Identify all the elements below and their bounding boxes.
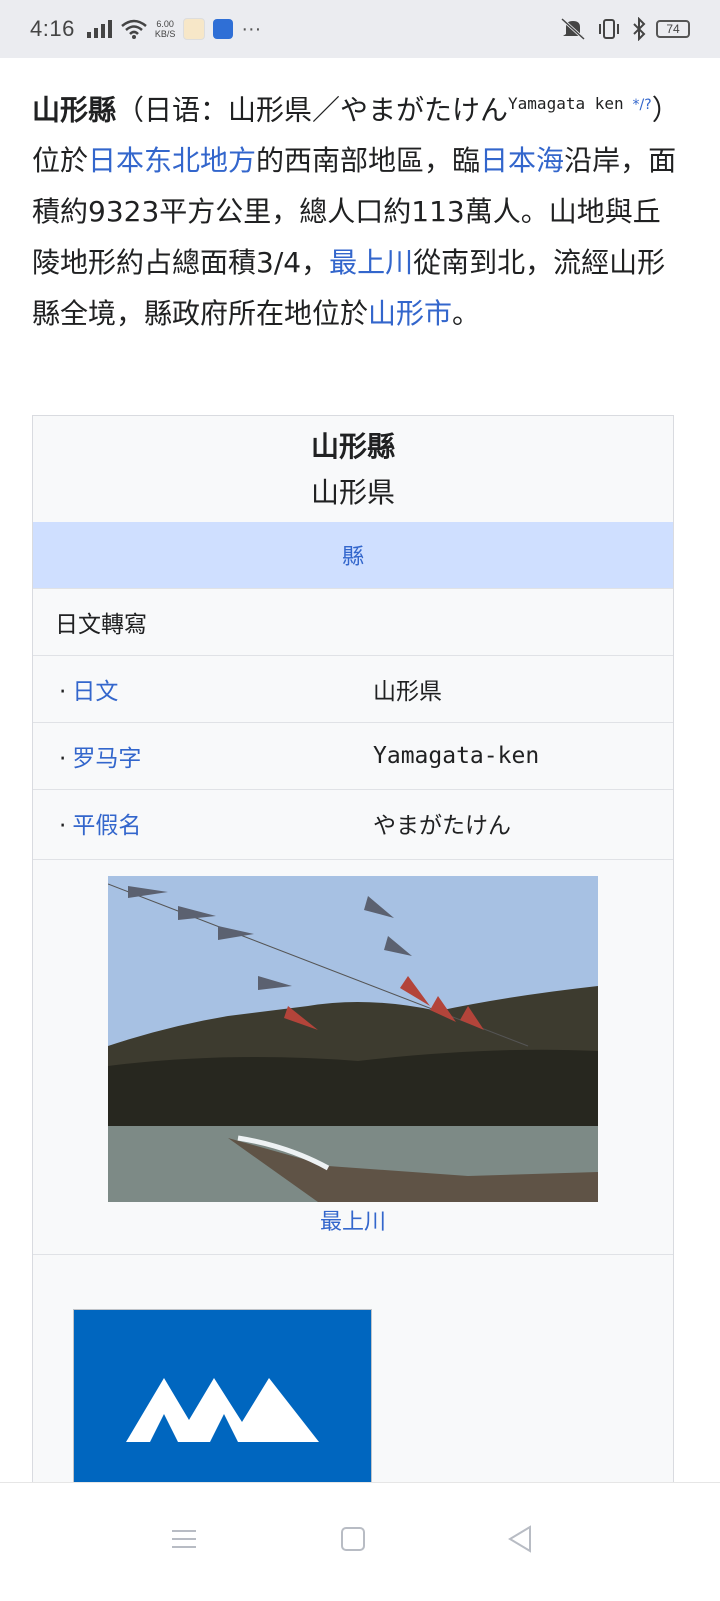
row-value: 山形県 — [373, 679, 442, 705]
infobox-row-romaji: · 罗马字 Yamagata-ken — [33, 722, 673, 789]
home-button[interactable] — [333, 1519, 373, 1559]
link-yamagata-city[interactable]: 山形市 — [368, 297, 452, 330]
infobox-type-link[interactable]: 縣 — [342, 539, 364, 571]
infobox-type-band[interactable]: 縣 — [33, 522, 673, 588]
prefecture-flag[interactable] — [73, 1309, 372, 1484]
section-header-row: 日文轉寫 — [33, 588, 673, 655]
speed-value: 6.00 — [156, 19, 174, 29]
status-left-icons: 6.00 KB/S ··· — [86, 17, 262, 41]
battery-icon: 74 — [656, 20, 690, 38]
article-text: （日语：山形県／やまがたけん — [116, 93, 509, 127]
signal-icon — [86, 20, 112, 38]
audio-link[interactable]: */? — [633, 97, 652, 113]
link-romaji[interactable]: 罗马字 — [72, 746, 141, 772]
infobox: 山形縣 山形県 縣 日文轉寫 · 日文 山形県 · 罗马字 Yamagata-ken… — [32, 415, 674, 1485]
link-japanese[interactable]: 日文 — [72, 679, 118, 705]
infobox-row-hiragana: · 平假名 やまがたけん — [33, 789, 673, 856]
row-divider — [33, 859, 673, 860]
row-label: · 罗马字 — [59, 746, 142, 772]
romaji-inline: Yamagata ken — [508, 94, 624, 113]
back-button[interactable] — [500, 1519, 540, 1559]
infobox-row-japanese: · 日文 山形県 — [33, 655, 673, 722]
app-notification-icon — [183, 18, 206, 40]
message-notification-icon — [213, 19, 234, 39]
link-sea-of-japan[interactable]: 日本海 — [480, 144, 564, 177]
status-bar: 4:16 6.00 KB/S ··· 74 — [0, 0, 720, 58]
row-label: · 日文 — [59, 679, 119, 705]
system-navigation-bar — [0, 1482, 720, 1601]
menu-button[interactable] — [164, 1519, 204, 1559]
link-mogami-river[interactable]: 最上川 — [329, 246, 413, 279]
more-notifications-icon: ··· — [241, 17, 262, 40]
mogami-river-photo[interactable] — [108, 876, 598, 1202]
infobox-title: 山形縣 — [310, 430, 395, 463]
mute-bell-icon — [560, 17, 586, 41]
row-value: Yamagata-ken — [373, 743, 540, 769]
status-time: 4:16 — [30, 16, 75, 41]
photo-caption[interactable]: 最上川 — [33, 1204, 673, 1236]
bluetooth-icon — [633, 17, 646, 41]
link-hiragana[interactable]: 平假名 — [72, 813, 141, 839]
speed-unit: KB/S — [154, 29, 176, 39]
row-divider — [33, 1254, 673, 1255]
article-intro: 山形縣（日语：山形県／やまがたけんYamagata ken */?）位於日本东北… — [32, 78, 682, 339]
row-label: · 平假名 — [59, 813, 142, 839]
link-tohoku[interactable]: 日本东北地方 — [88, 144, 256, 177]
row-value: やまがたけん — [373, 813, 511, 839]
flag-emblem-icon — [126, 1378, 319, 1442]
article-text: 。 — [452, 297, 481, 331]
wifi-icon — [121, 19, 147, 39]
article-text: 的西南部地區，臨 — [256, 144, 481, 178]
photo-illustration — [108, 876, 598, 1202]
network-speed: 6.00 KB/S — [155, 19, 176, 39]
vibrate-icon — [599, 19, 619, 39]
section-header: 日文轉寫 — [55, 612, 147, 638]
article-title-term: 山形縣 — [32, 93, 117, 127]
infobox-heading: 山形縣 山形県 — [33, 416, 673, 516]
infobox-subtitle: 山形県 — [310, 476, 395, 509]
status-right-icons: 74 — [560, 17, 690, 41]
